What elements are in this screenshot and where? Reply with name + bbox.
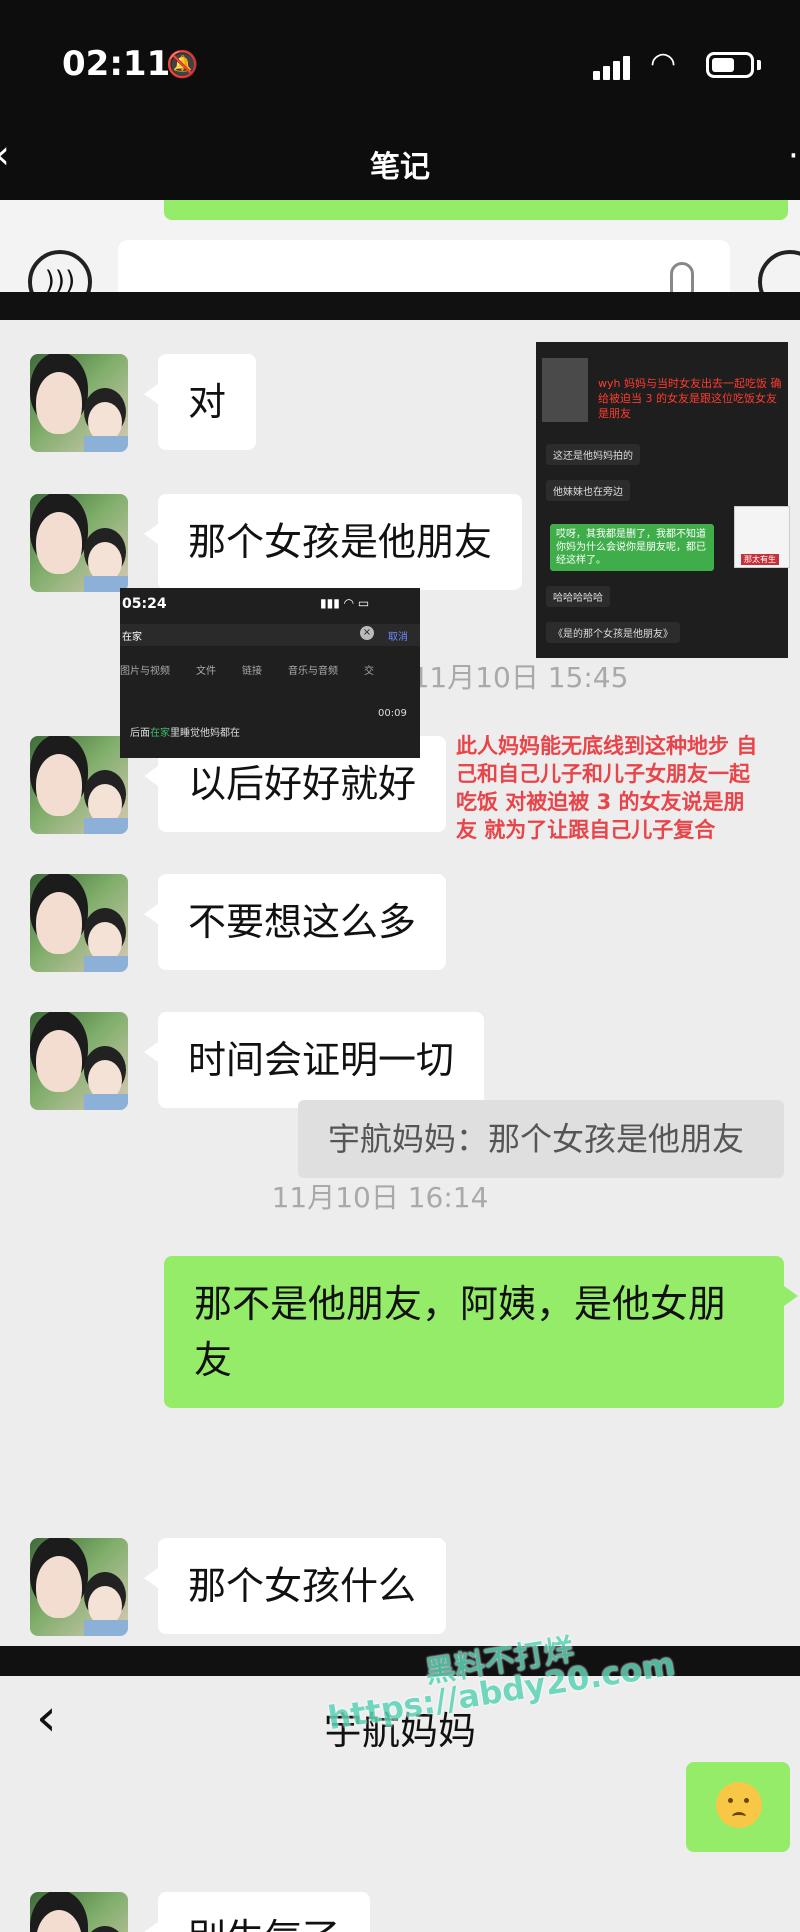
inset-tab: 交 [364,666,374,677]
page-title: 笔记 [370,150,430,185]
silent-bell-icon: 🔕 [166,50,199,80]
avatar[interactable] [30,1538,128,1636]
message-bubble[interactable]: 别生气了 [143,1892,371,1932]
avatar[interactable] [30,494,128,592]
inset-tab: 文件 [196,666,216,677]
sent-message-bubble[interactable]: 那不是他朋友，阿姨，是他女朋友 [164,1256,798,1408]
inset-red-text: wyh 妈妈与当时女友出去一起吃饭 确给被迫当 3 的女友是跟这位吃饭女友是朋友 [598,377,782,420]
timestamp: 11月10日 16:14 [271,1181,489,1214]
video-thumbnail [542,358,588,422]
inset-screenshot-search: 05:24 ▮▮▮ ◠ ▭ 在家 × 取消 图片与视频 文件 链接 音乐与音频 交 00… [120,588,420,758]
avatar[interactable] [30,1892,128,1932]
microphone-icon[interactable] [670,262,694,292]
wifi-icon: ◠ [650,46,677,81]
status-time: 02:11 [62,44,171,84]
quoted-message[interactable]: 宇航妈妈：那个女孩是他朋友 [298,1100,784,1178]
green-bubble-edge [164,200,788,220]
inset-screenshot-chat: wyh 妈妈与当时女友出去一起吃饭 确给被迫当 3 的女友是跟这位吃饭女友是朋友… [536,342,790,658]
inset-cancel: 取消 [388,632,408,643]
screenshot-divider-2 [0,1646,800,1676]
message-bubble[interactable]: 时间会证明一切 [143,1012,485,1108]
inset-time: 05:24 [122,596,167,612]
inset-message: 这还是他妈妈拍的 [546,444,640,465]
inset-tab: 图片与视频 [120,666,170,677]
inset-duration: 00:09 [378,708,407,719]
message-bubble[interactable]: 那个女孩是他朋友 [143,494,523,590]
message-bubble[interactable]: 不要想这么多 [143,874,447,970]
inset-message: 哈哈哈哈哈 [546,586,610,607]
avatar[interactable] [30,354,128,452]
avatar[interactable] [30,874,128,972]
inset-status-icons: ▮▮▮ ◠ ▭ [320,596,370,610]
meme-caption: 那太有生 [741,554,779,565]
avatar[interactable] [30,1012,128,1110]
input-bar-strip: ))) [0,200,800,292]
message-bubble[interactable]: 那个女孩什么 [143,1538,447,1634]
signal-icon [593,56,633,80]
inset-message: 他妹妹也在旁边 [546,480,630,501]
inset-search-result: 后面在家里睡觉他妈都在 [130,728,240,739]
message-input[interactable] [118,240,730,292]
more-icon[interactable]: · [788,136,799,176]
inset-tab: 链接 [242,666,262,677]
annotation-text: 此人妈妈能无底线到这种地步 自己和自己儿子和儿子女朋友一起吃饭 对被迫被 3 的… [456,734,758,842]
emoji-icon[interactable] [758,250,800,292]
inset-search-text: 在家 [122,632,142,643]
battery-tip [757,60,761,70]
voice-icon[interactable]: ))) [28,250,92,292]
screenshot-divider [0,292,800,320]
inset-filter-tabs: 图片与视频 文件 链接 音乐与音频 交 [120,662,420,677]
inset-tab: 音乐与音频 [288,666,338,677]
inset-message: 《是的那个女孩是他朋友》 [546,622,680,643]
sent-emoji-bubble[interactable] [686,1762,790,1852]
avatar[interactable] [30,736,128,834]
message-bubble[interactable]: 对 [143,354,257,450]
inset-search-bar: 在家 × 取消 [120,624,420,646]
top-bar: 02:11 🔕 ◠ ‹ 笔记 · [0,0,800,200]
meme-sticker: 那太有生 [734,506,790,568]
clear-icon: × [360,626,374,640]
worried-emoji-icon [716,1782,762,1828]
inset-green-message: 哎呀，其我都是删了，我都不知道你妈为什么会说你是朋友呢，都已经这样了。 [550,524,714,571]
battery-icon [706,52,754,78]
